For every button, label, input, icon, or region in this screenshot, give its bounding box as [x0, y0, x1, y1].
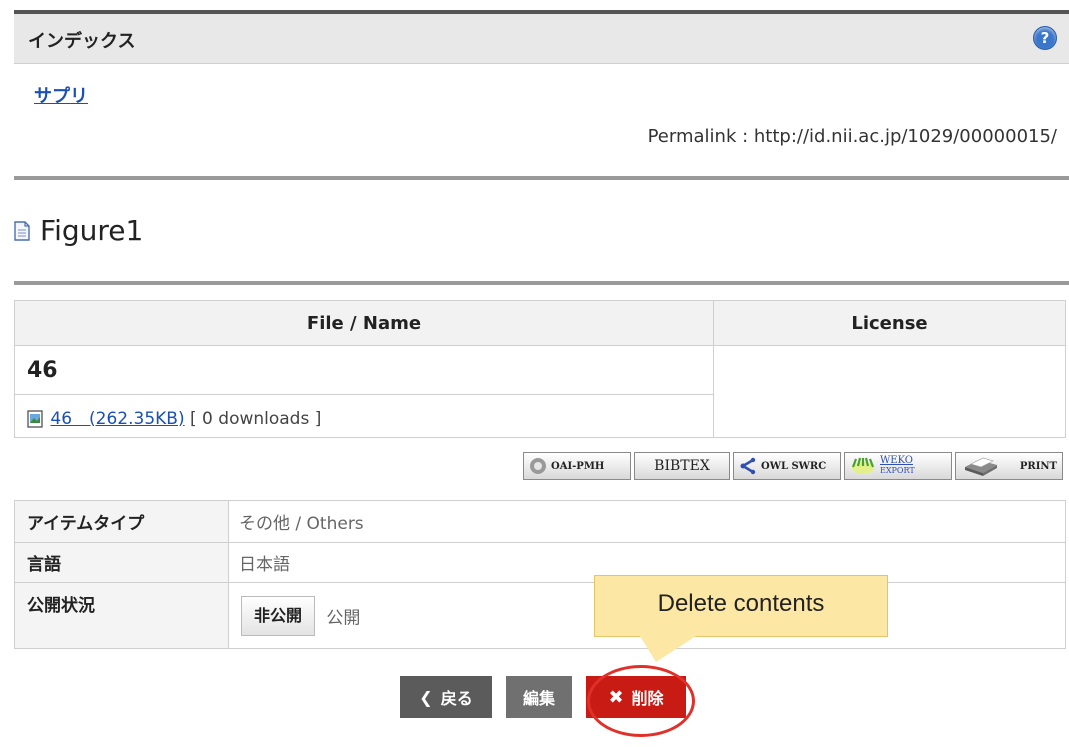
private-button[interactable]: 非公開 — [241, 595, 316, 636]
bibtex-label: BIBTEX — [654, 458, 710, 474]
status-value: 公開 — [326, 608, 361, 628]
oai-pmh-icon — [530, 458, 546, 474]
callout-text: Delete contents — [657, 590, 825, 617]
printer-icon — [965, 457, 997, 476]
download-count: [ 0 downloads ] — [190, 408, 322, 429]
owl-swrc-button[interactable]: OWL SWRC — [733, 452, 841, 480]
item-title: Figure1 — [40, 214, 144, 247]
document-icon — [14, 221, 30, 241]
callout-tail — [640, 636, 696, 662]
owl-swrc-label: OWL SWRC — [761, 460, 827, 472]
item-type-value: その他 / Others — [228, 500, 1066, 543]
file-name: 46 — [14, 345, 714, 395]
edit-button[interactable]: 編集 — [506, 676, 572, 718]
divider-middle — [14, 281, 1069, 285]
file-download-link[interactable]: 46 (262.35KB) — [50, 409, 184, 429]
file-table: File / Name License 46 46 (262.35KB) [ 0… — [14, 300, 1066, 438]
delete-highlight-ring — [587, 665, 695, 737]
weko-export-button[interactable]: WEKO EXPORT — [844, 452, 952, 480]
language-label: 言語 — [14, 542, 229, 583]
export-label: EXPORT — [880, 466, 915, 475]
license-cell — [713, 345, 1066, 438]
chevron-left-icon: ❮ — [419, 687, 433, 707]
status-label: 公開状況 — [14, 582, 229, 649]
weko-label: WEKO — [880, 455, 913, 466]
owl-swrc-icon — [740, 457, 756, 475]
license-header: License — [713, 300, 1066, 346]
print-label: PRINT — [1019, 460, 1057, 472]
weko-icon — [851, 457, 875, 474]
file-name-header: File / Name — [14, 300, 714, 346]
oai-pmh-button[interactable]: OAI-PMH — [523, 452, 631, 480]
back-button[interactable]: ❮ 戻る — [400, 676, 492, 718]
index-header: インデックス ? — [14, 14, 1069, 64]
index-link[interactable]: サプリ — [34, 82, 88, 108]
help-icon[interactable]: ? — [1033, 26, 1057, 50]
bibtex-button[interactable]: BIBTEX — [634, 452, 730, 480]
export-buttons: OAI-PMH BIBTEX OWL SWRC WEKO EXPORT PRIN… — [523, 452, 1063, 482]
divider-top — [14, 176, 1069, 180]
permalink: Permalink : http://id.nii.ac.jp/1029/000… — [647, 126, 1057, 147]
oai-pmh-label: OAI-PMH — [551, 460, 605, 472]
delete-callout: Delete contents — [594, 575, 888, 637]
header-title: インデックス — [28, 31, 136, 52]
item-type-label: アイテムタイプ — [14, 500, 229, 543]
print-button[interactable]: PRINT — [955, 452, 1063, 480]
metadata-table: アイテムタイプ その他 / Others 言語 日本語 公開状況 非公開 公開 — [14, 500, 1066, 649]
file-row: 46 (262.35KB) [ 0 downloads ] — [14, 394, 714, 438]
image-file-icon — [27, 409, 43, 428]
edit-label: 編集 — [522, 689, 555, 708]
back-label: 戻る — [440, 689, 473, 708]
